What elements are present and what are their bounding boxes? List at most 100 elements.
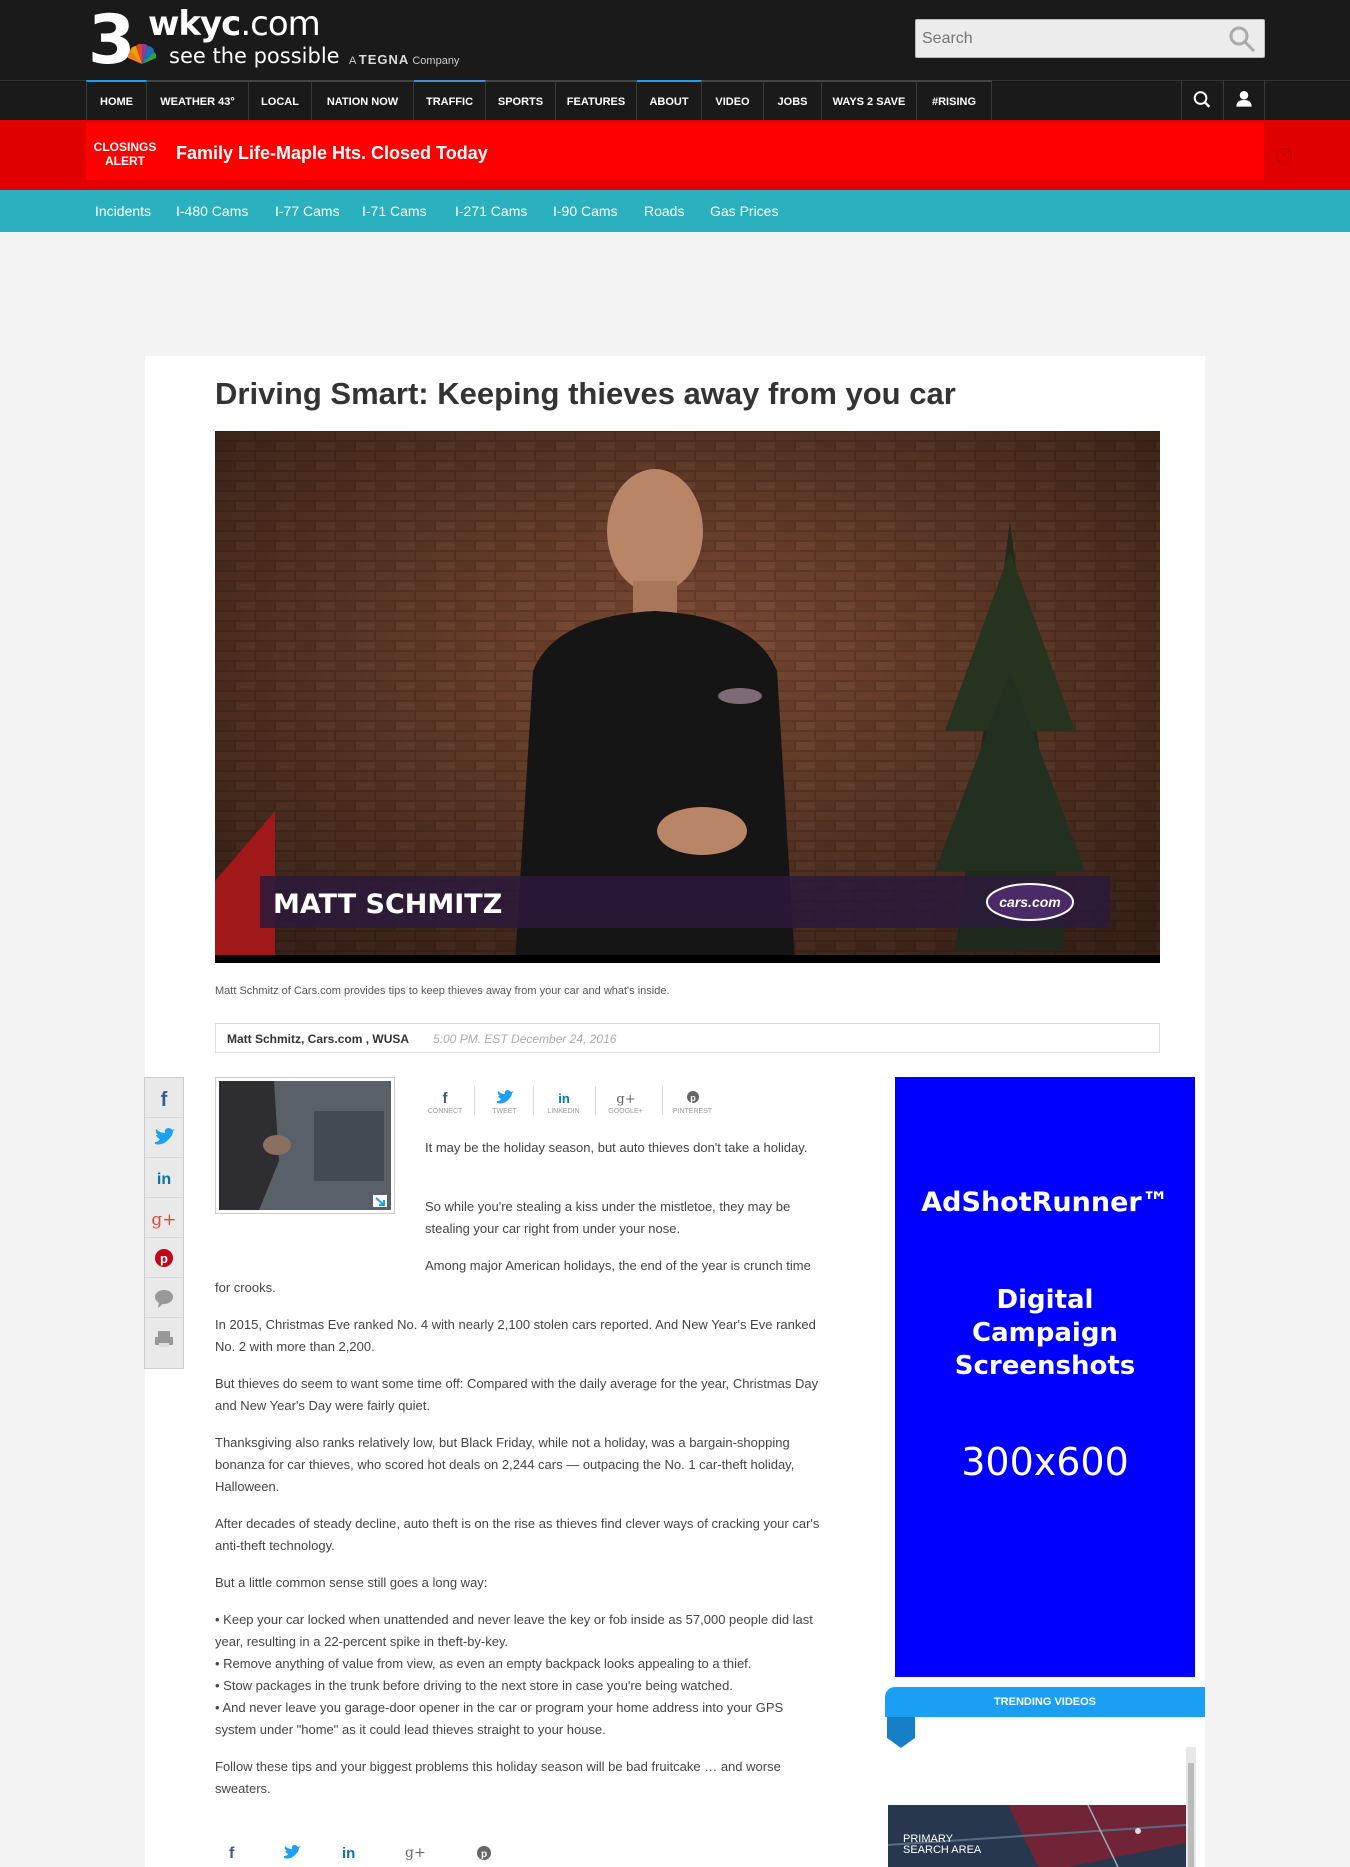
article-paragraph: Among major American holidays, the end o…	[215, 1258, 811, 1295]
pinterest-icon: p	[687, 1091, 699, 1103]
article-paragraph: Thanksgiving also ranks relatively low, …	[215, 1435, 795, 1494]
bottom-share-linkedin-icon[interactable]: in	[342, 1845, 355, 1862]
traffic-link-gas-prices[interactable]: Gas Prices	[710, 190, 778, 232]
traffic-link-i480[interactable]: I-480 Cams	[176, 190, 248, 232]
ad-size: 300x600	[961, 1440, 1129, 1484]
video-caption: Matt Schmitz of Cars.com provides tips t…	[215, 985, 670, 997]
share-facebook-button[interactable]: f	[145, 1078, 183, 1118]
video-frame: MATT SCHMITZ cars.com	[215, 431, 1160, 963]
article-list-item: • And never leave you garage-door opener…	[215, 1700, 784, 1737]
alert-close-icon[interactable]: ×	[1276, 148, 1292, 164]
article-paragraph: In 2015, Christmas Eve ranked No. 4 with…	[215, 1317, 816, 1354]
search-input[interactable]	[916, 20, 1216, 57]
article-list-item: • Stow packages in the trunk before driv…	[215, 1678, 733, 1693]
trending-scrollbar-thumb[interactable]	[1188, 1763, 1194, 1867]
inline-share-google-plus[interactable]: g+ GOOGLE+	[595, 1086, 655, 1115]
inline-share-pinterest-label: PINTEREST	[672, 1108, 713, 1115]
article-paragraph: But thieves do seem to want some time of…	[215, 1376, 819, 1413]
closings-alert-label: CLOSINGS ALERT	[86, 140, 164, 176]
traffic-link-i71[interactable]: I-71 Cams	[362, 190, 427, 232]
inline-share-pinterest[interactable]: p PINTEREST	[662, 1086, 722, 1115]
traffic-link-i90[interactable]: I-90 Cams	[553, 190, 618, 232]
print-button[interactable]	[145, 1318, 183, 1358]
ad-line-1: Digital	[996, 1285, 1094, 1315]
trending-thumb-label: PRIMARY SEARCH AREA	[903, 1834, 981, 1856]
svg-text:g+: g+	[151, 1210, 176, 1230]
share-linkedin-button[interactable]: in	[145, 1158, 183, 1198]
nav-traffic[interactable]: TRAFFIC	[414, 80, 486, 120]
floating-share-bar: f in g+ p	[144, 1077, 184, 1369]
ad-line-2: Campaign	[972, 1318, 1118, 1348]
svg-text:f: f	[161, 1089, 168, 1111]
closings-alert-text[interactable]: Family Life-Maple Hts. Closed Today	[176, 143, 488, 164]
traffic-link-roads[interactable]: Roads	[644, 190, 684, 232]
traffic-link-i271[interactable]: I-271 Cams	[455, 190, 527, 232]
nav-nation-now[interactable]: NATION NOW	[312, 80, 414, 120]
comment-icon	[155, 1290, 173, 1308]
traffic-link-i77[interactable]: I-77 Cams	[275, 190, 340, 232]
presenter-head	[607, 469, 703, 593]
google-plus-icon: g+	[151, 1210, 176, 1230]
logo-channel-number[interactable]: 3	[88, 2, 135, 80]
share-twitter-button[interactable]	[145, 1118, 183, 1158]
video-lower-third-name: MATT SCHMITZ	[273, 889, 502, 920]
ad-300x600[interactable]: AdShotRunner™ Digital Campaign Screensho…	[895, 1077, 1195, 1677]
traffic-link-incidents[interactable]: Incidents	[95, 190, 151, 232]
nav-sports[interactable]: SPORTS	[486, 80, 556, 120]
article-paragraph: Follow these tips and your biggest probl…	[215, 1759, 781, 1796]
closings-alert-label-line1: CLOSINGS	[93, 140, 157, 154]
svg-text:g+: g+	[616, 1092, 635, 1107]
article-list-item: • Keep your car locked when unattended a…	[215, 1612, 813, 1649]
logo-tegna: A TEGNA Company	[349, 52, 459, 67]
nav-rising[interactable]: #RISING	[917, 80, 992, 120]
search-icon[interactable]	[1228, 25, 1256, 53]
inline-share-tweet[interactable]: TWEET	[474, 1086, 534, 1115]
nav-ways-2-save[interactable]: WAYS 2 SAVE	[822, 80, 917, 120]
search-box	[915, 19, 1265, 58]
inline-share-google-plus-label: GOOGLE+	[608, 1108, 643, 1115]
nav-search-icon[interactable]	[1181, 80, 1223, 120]
pinterest-icon: p	[477, 1846, 491, 1860]
facebook-icon: f	[161, 1089, 168, 1111]
twitter-icon	[497, 1090, 514, 1104]
inline-share-linkedin[interactable]: in LINKEDIN	[533, 1086, 593, 1115]
nav-weather[interactable]: WEATHER 43°	[147, 80, 249, 120]
linkedin-icon: in	[157, 1171, 171, 1188]
bottom-share-facebook-icon[interactable]: f	[229, 1845, 234, 1863]
bottom-share-google-plus-icon[interactable]: g+	[405, 1845, 426, 1861]
byline-author: Matt Schmitz, Cars.com , WUSA	[227, 1032, 410, 1046]
nav-local[interactable]: LOCAL	[249, 80, 312, 120]
pinterest-icon: p	[155, 1249, 173, 1267]
ad-brand: AdShotRunner™	[921, 1187, 1169, 1218]
svg-text:in: in	[157, 1171, 171, 1188]
byline-box: Matt Schmitz, Cars.com , WUSA 5:00 PM. E…	[215, 1023, 1160, 1053]
nav-jobs[interactable]: JOBS	[764, 80, 822, 120]
share-google-plus-button[interactable]: g+	[145, 1198, 183, 1238]
share-pinterest-button[interactable]: p	[145, 1238, 183, 1278]
comment-button[interactable]	[145, 1278, 183, 1318]
logo-tagline: see the possible	[169, 44, 340, 68]
nbc-peacock-icon	[127, 44, 157, 64]
linkedin-icon: in	[558, 1091, 570, 1106]
thumbnail-image	[219, 1081, 391, 1210]
logo-site-word: wkyc	[148, 4, 241, 44]
trending-videos-header[interactable]: TRENDING VIDEOS	[885, 1687, 1205, 1717]
nav-video[interactable]: VIDEO	[702, 80, 764, 120]
nav-home[interactable]: HOME	[86, 80, 147, 120]
trending-thumb-label-line2: SEARCH AREA	[903, 1844, 982, 1856]
facebook-icon: f	[443, 1090, 449, 1107]
nav-about[interactable]: ABOUT	[637, 80, 702, 120]
bottom-share-pinterest-icon[interactable]: p	[476, 1845, 492, 1866]
nav-features[interactable]: FEATURES	[556, 80, 637, 120]
article-thumbnail[interactable]	[215, 1077, 395, 1214]
nav-user-icon[interactable]	[1223, 80, 1265, 120]
svg-text:p: p	[160, 1251, 168, 1266]
logo-site-name[interactable]: wkyc.com	[148, 4, 321, 44]
bottom-share-twitter-icon[interactable]	[283, 1845, 303, 1866]
inline-share-connect[interactable]: f CONNECT	[415, 1086, 475, 1115]
video-player[interactable]: MATT SCHMITZ cars.com	[215, 431, 1160, 963]
google-plus-icon: g+	[616, 1092, 635, 1107]
byline-date: 5:00 PM. EST December 24, 2016	[433, 1032, 617, 1046]
svg-text:p: p	[481, 1849, 487, 1860]
inline-share-connect-label: CONNECT	[427, 1108, 463, 1115]
